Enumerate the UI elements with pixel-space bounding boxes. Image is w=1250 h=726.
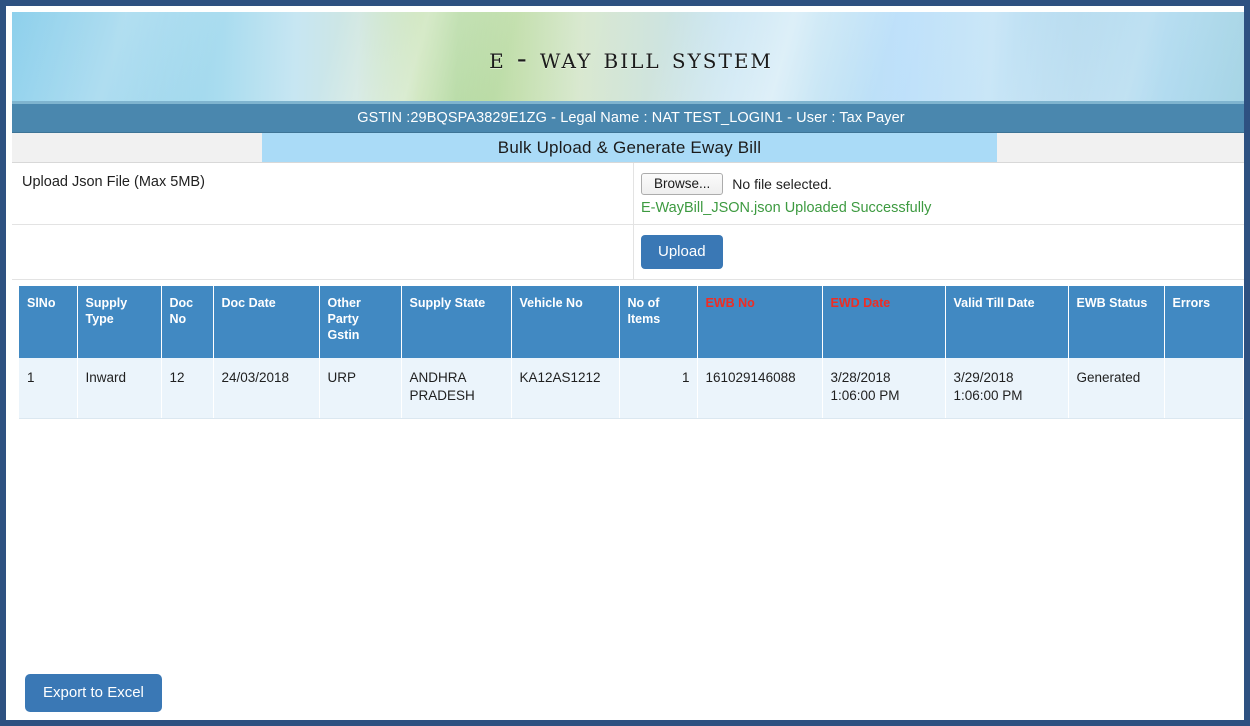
cell-supply-type: Inward <box>77 358 161 418</box>
col-header-ewb-no[interactable]: EWB No <box>697 286 822 358</box>
tab-bulk-upload-generate-eway-bill[interactable]: Bulk Upload & Generate Eway Bill <box>262 133 997 162</box>
col-header-doc-no[interactable]: Doc No <box>161 286 213 358</box>
col-header-ewd-date[interactable]: EWD Date <box>822 286 945 358</box>
file-input-line: Browse... No file selected. <box>641 173 1250 195</box>
selected-file-name: No file selected. <box>732 176 832 192</box>
cell-no-of-items: 1 <box>619 358 697 418</box>
col-header-supply-state[interactable]: Supply State <box>401 286 511 358</box>
application-window: E - WAY BILL SYSTEM GSTIN :29BQSPA3829E1… <box>0 0 1250 726</box>
cell-other-party-gstin: URP <box>319 358 401 418</box>
cell-vehicle-no: KA12AS1212 <box>511 358 619 418</box>
export-to-excel-button[interactable]: Export to Excel <box>25 674 162 713</box>
cell-errors <box>1164 358 1243 418</box>
session-info-bar: GSTIN :29BQSPA3829E1ZG - Legal Name : NA… <box>12 104 1250 133</box>
cell-doc-no: 12 <box>161 358 213 418</box>
page-title: E - WAY BILL SYSTEM <box>12 41 1250 75</box>
col-header-errors[interactable]: Errors <box>1164 286 1243 358</box>
cell-slno: 1 <box>19 358 77 418</box>
col-header-ewb-status[interactable]: EWB Status <box>1068 286 1164 358</box>
upload-action-cell: Upload <box>634 235 1250 270</box>
col-header-valid-till-date[interactable]: Valid Till Date <box>945 286 1068 358</box>
cell-ewd-date: 3/28/2018 1:06:00 PM <box>822 358 945 418</box>
eway-bill-results-table: SlNo Supply Type Doc No Doc Date Other P… <box>19 286 1243 419</box>
col-header-no-of-items[interactable]: No of Items <box>619 286 697 358</box>
footer-bar: Export to Excel <box>12 658 1250 726</box>
page-content: E - WAY BILL SYSTEM GSTIN :29BQSPA3829E1… <box>12 12 1250 726</box>
cell-doc-date: 24/03/2018 <box>213 358 319 418</box>
results-table-container: SlNo Supply Type Doc No Doc Date Other P… <box>12 280 1250 419</box>
tab-bar: Bulk Upload & Generate Eway Bill <box>12 133 1250 163</box>
cell-ewb-status: Generated <box>1068 358 1164 418</box>
col-header-doc-date[interactable]: Doc Date <box>213 286 319 358</box>
upload-button[interactable]: Upload <box>641 235 723 270</box>
col-header-slno[interactable]: SlNo <box>19 286 77 358</box>
browse-button[interactable]: Browse... <box>641 173 723 195</box>
cell-supply-state: ANDHRA PRADESH <box>401 358 511 418</box>
table-header-row: SlNo Supply Type Doc No Doc Date Other P… <box>19 286 1243 358</box>
upload-json-row: Upload Json File (Max 5MB) Browse... No … <box>12 163 1250 225</box>
site-banner: E - WAY BILL SYSTEM <box>12 12 1250 104</box>
col-header-supply-type[interactable]: Supply Type <box>77 286 161 358</box>
col-header-other-party-gstin[interactable]: Other Party Gstin <box>319 286 401 358</box>
upload-json-label: Upload Json File (Max 5MB) <box>12 163 633 190</box>
upload-json-field-cell: Browse... No file selected. E-WayBill_JS… <box>633 163 1250 224</box>
upload-action-row: Upload <box>12 225 1250 280</box>
cell-valid-till-date: 3/29/2018 1:06:00 PM <box>945 358 1068 418</box>
upload-action-spacer <box>12 225 634 279</box>
table-row: 1 Inward 12 24/03/2018 URP ANDHRA PRADES… <box>19 358 1243 418</box>
cell-ewb-no: 161029146088 <box>697 358 822 418</box>
col-header-vehicle-no[interactable]: Vehicle No <box>511 286 619 358</box>
upload-success-message: E-WayBill_JSON.json Uploaded Successfull… <box>641 200 1250 216</box>
